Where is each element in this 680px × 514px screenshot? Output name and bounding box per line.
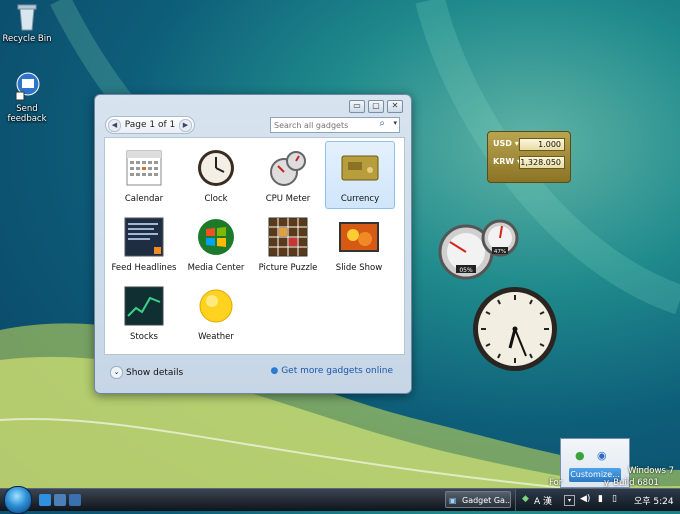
gadget-label: Clock bbox=[204, 194, 228, 204]
show-details-label: Show details bbox=[126, 368, 184, 378]
chevron-down-icon[interactable]: ▾ bbox=[393, 119, 397, 127]
currency-row: USD ▾ 1.000 bbox=[493, 138, 565, 152]
gadget-feed-headlines[interactable]: Feed Headlines bbox=[110, 211, 178, 277]
gadget-label: Slide Show bbox=[335, 263, 383, 273]
gadget-label: Currency bbox=[340, 194, 380, 204]
currency-value[interactable]: 1,328.050 bbox=[519, 156, 565, 169]
send-feedback-icon[interactable]: Send feedback bbox=[1, 72, 53, 124]
gadget-gallery-window: ▭ ▢ ✕ ◀ Page 1 of 1 ▶ ⌕ ▾ Calendar Clock bbox=[94, 94, 412, 394]
ime-indicator[interactable]: A 漢 bbox=[534, 494, 552, 507]
network-icon[interactable]: ▮ bbox=[598, 494, 603, 504]
currency-value[interactable]: 1.000 bbox=[519, 138, 565, 151]
task-label: Gadget Ga... bbox=[462, 496, 511, 505]
previous-page-button[interactable]: ◀ bbox=[108, 119, 121, 132]
cpu-value: 05% bbox=[459, 267, 473, 274]
gallery-footer: ⌄ Show details ● Get more gadgets online bbox=[104, 363, 403, 383]
close-button[interactable]: ✕ bbox=[387, 100, 403, 113]
gadget-clock[interactable]: Clock bbox=[182, 142, 250, 208]
page-navigator: ◀ Page 1 of 1 ▶ bbox=[105, 116, 195, 134]
page-label: Page 1 of 1 bbox=[124, 120, 176, 130]
search-box: ⌕ ▾ bbox=[270, 117, 400, 133]
volume-icon[interactable]: ◀) bbox=[580, 494, 590, 504]
currency-gadget[interactable]: USD ▾ 1.000 KRW ▾ 1,328.050 bbox=[487, 131, 571, 183]
gadget-cpu-meter[interactable]: CPU Meter bbox=[254, 142, 322, 208]
currency-row: KRW ▾ 1,328.050 bbox=[493, 156, 565, 170]
switch-windows-icon[interactable] bbox=[69, 494, 81, 506]
gadget-label: Stocks bbox=[130, 332, 158, 342]
build-watermark: y. Build 6801 bbox=[604, 478, 659, 488]
internet-explorer-icon[interactable] bbox=[39, 494, 51, 506]
gadget-media-center[interactable]: Media Center bbox=[182, 211, 250, 277]
cpu-meter-icon bbox=[268, 148, 308, 188]
gadget-grid: Calendar Clock CPU Meter Currency Feed H… bbox=[104, 137, 405, 355]
recycle-bin-label: Recycle Bin bbox=[2, 34, 52, 44]
media-center-icon bbox=[196, 217, 236, 257]
chevron-down-icon: ⌄ bbox=[110, 366, 123, 379]
gadget-label: Picture Puzzle bbox=[258, 263, 318, 273]
currency-icon bbox=[340, 148, 380, 188]
minimize-button[interactable]: ▭ bbox=[349, 100, 365, 113]
chevron-down-icon[interactable]: ▾ bbox=[564, 495, 575, 506]
clock[interactable]: 오후 5:24 bbox=[634, 494, 674, 507]
network-icon[interactable]: ◉ bbox=[597, 449, 607, 462]
show-desktop-icon[interactable] bbox=[54, 494, 66, 506]
get-more-gadgets-label: Get more gadgets online bbox=[281, 366, 393, 376]
gadget-icon: ▣ bbox=[449, 496, 457, 505]
gadget-tray-icon[interactable]: ◆ bbox=[522, 494, 529, 504]
search-icon[interactable]: ⌕ bbox=[379, 118, 385, 129]
gadget-stocks[interactable]: Stocks bbox=[110, 280, 178, 346]
show-details-toggle[interactable]: ⌄ Show details bbox=[110, 366, 183, 379]
taskbar: ▣ Gadget Ga... ◆ A 漢 ▾ ◀) ▮ ▯ 오후 5:24 bbox=[0, 486, 680, 514]
gadget-label: Calendar bbox=[124, 194, 164, 204]
globe-icon: ● bbox=[270, 366, 279, 376]
calendar-icon bbox=[124, 148, 164, 188]
gadget-picture-puzzle[interactable]: Picture Puzzle bbox=[254, 211, 322, 277]
currency-code[interactable]: KRW ▾ bbox=[493, 157, 521, 166]
currency-code[interactable]: USD ▾ bbox=[493, 139, 519, 148]
weather-icon bbox=[196, 286, 236, 326]
gadget-label: Weather bbox=[198, 332, 234, 342]
stocks-icon bbox=[124, 286, 164, 326]
recycle-bin-icon[interactable]: Recycle Bin bbox=[1, 2, 53, 44]
taskbar-button-gadget-gallery[interactable]: ▣ Gadget Ga... bbox=[445, 491, 511, 508]
maximize-button[interactable]: ▢ bbox=[368, 100, 384, 113]
picture-puzzle-icon bbox=[268, 217, 308, 257]
system-tray: ◆ A 漢 ▾ ◀) ▮ ▯ 오후 5:24 bbox=[515, 489, 680, 511]
cpu-meter-gadget[interactable]: 05% 47% bbox=[436, 218, 522, 282]
gadget-label: Feed Headlines bbox=[111, 263, 177, 273]
search-input[interactable] bbox=[271, 118, 377, 132]
send-feedback-label: Send feedback bbox=[7, 104, 47, 124]
gadget-calendar[interactable]: Calendar bbox=[110, 142, 178, 208]
gadget-label: CPU Meter bbox=[265, 194, 311, 204]
slide-show-icon bbox=[339, 217, 379, 257]
feed-headlines-icon bbox=[124, 217, 164, 257]
gadget-tray-icon[interactable]: ● bbox=[575, 449, 585, 462]
clock-gadget[interactable] bbox=[472, 286, 558, 372]
gadget-slide-show[interactable]: Slide Show bbox=[325, 211, 393, 277]
gadget-label: Media Center bbox=[187, 263, 245, 273]
power-icon[interactable]: ▯ bbox=[612, 494, 617, 504]
clock-icon bbox=[196, 148, 236, 188]
windows-watermark: Windows 7 bbox=[627, 466, 674, 476]
next-page-button[interactable]: ▶ bbox=[179, 119, 192, 132]
gadget-currency[interactable]: Currency bbox=[325, 141, 395, 209]
get-more-gadgets-link[interactable]: ● Get more gadgets online bbox=[270, 366, 393, 376]
gadget-weather[interactable]: Weather bbox=[182, 280, 250, 346]
memory-value: 47% bbox=[494, 249, 506, 255]
build-watermark-prefix: For bbox=[549, 478, 563, 488]
